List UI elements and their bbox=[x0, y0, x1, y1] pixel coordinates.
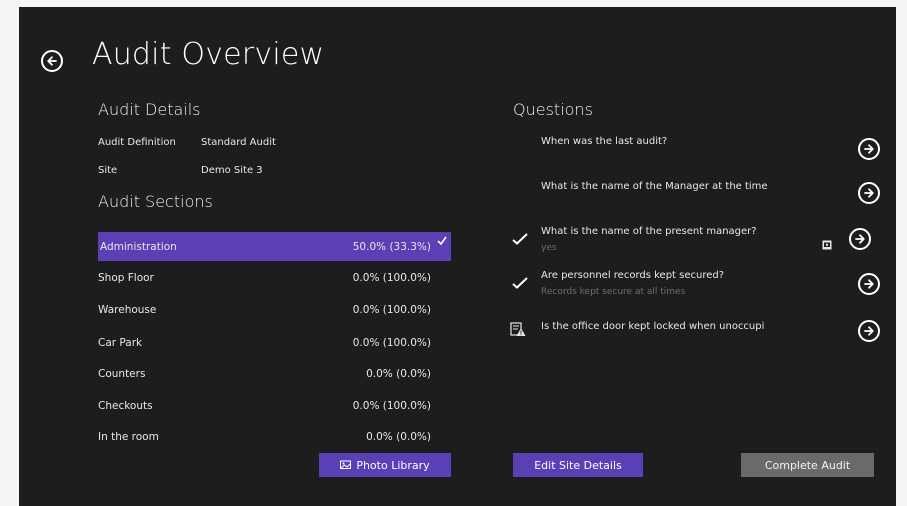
forward-arrow-icon bbox=[855, 234, 865, 244]
audit-definition-label: Audit Definition bbox=[98, 137, 176, 148]
section-progress: 0.0% (100.0%) bbox=[352, 399, 431, 412]
section-progress: 0.0% (100.0%) bbox=[352, 336, 431, 349]
site-value: Demo Site 3 bbox=[201, 165, 263, 176]
question-text[interactable]: What is the name of the Manager at the t… bbox=[541, 181, 768, 192]
app-window: Audit Overview Audit Details Audit Defin… bbox=[19, 7, 896, 506]
forward-arrow-icon bbox=[864, 326, 874, 336]
section-name: Car Park bbox=[98, 336, 143, 349]
question-text[interactable]: Are personnel records kept secured? bbox=[541, 270, 724, 281]
question-text[interactable]: What is the name of the present manager? bbox=[541, 226, 757, 237]
section-row-shop-floor[interactable]: Shop Floor 0.0% (100.0%) bbox=[98, 263, 451, 292]
back-button[interactable] bbox=[41, 50, 63, 72]
section-name: Checkouts bbox=[98, 399, 153, 412]
question-5-open-button[interactable] bbox=[858, 320, 880, 342]
section-row-warehouse[interactable]: Warehouse 0.0% (100.0%) bbox=[98, 295, 451, 324]
question-answer: Records kept secure at all times bbox=[541, 287, 686, 297]
section-name: Shop Floor bbox=[98, 271, 154, 284]
section-progress: 0.0% (0.0%) bbox=[366, 367, 431, 380]
page-title: Audit Overview bbox=[92, 37, 325, 72]
audit-definition-value: Standard Audit bbox=[201, 137, 276, 148]
section-name: Warehouse bbox=[98, 303, 157, 316]
section-name: Administration bbox=[100, 240, 177, 253]
section-progress: 0.0% (100.0%) bbox=[352, 303, 431, 316]
question-answer: yes bbox=[541, 243, 557, 253]
forward-arrow-icon bbox=[864, 144, 874, 154]
forward-arrow-icon bbox=[864, 279, 874, 289]
photo-library-icon bbox=[340, 459, 352, 472]
site-label: Site bbox=[98, 165, 118, 176]
warning-note-icon bbox=[510, 321, 526, 341]
checkmark-icon bbox=[437, 236, 447, 248]
photo-attached-icon bbox=[822, 235, 832, 250]
section-progress: 0.0% (0.0%) bbox=[366, 430, 431, 443]
section-progress: 0.0% (100.0%) bbox=[352, 271, 431, 284]
section-name: In the room bbox=[98, 430, 159, 443]
question-1-open-button[interactable] bbox=[858, 138, 880, 160]
back-arrow-icon bbox=[47, 56, 57, 66]
section-row-checkouts[interactable]: Checkouts 0.0% (100.0%) bbox=[98, 391, 451, 420]
question-4-open-button[interactable] bbox=[858, 273, 880, 295]
photo-library-button[interactable]: Photo Library bbox=[319, 453, 451, 477]
audit-details-heading: Audit Details bbox=[98, 100, 201, 119]
answered-check-icon bbox=[512, 277, 528, 289]
section-row-counters[interactable]: Counters 0.0% (0.0%) bbox=[98, 359, 451, 388]
section-row-administration[interactable]: Administration 50.0% (33.3%) bbox=[98, 232, 451, 261]
question-3-open-button[interactable] bbox=[849, 228, 871, 250]
audit-sections-heading: Audit Sections bbox=[98, 192, 213, 211]
photo-library-label: Photo Library bbox=[356, 458, 430, 472]
question-2-open-button[interactable] bbox=[858, 182, 880, 204]
section-progress: 50.0% (33.3%) bbox=[352, 240, 431, 253]
edit-site-details-button[interactable]: Edit Site Details bbox=[513, 453, 643, 477]
section-name: Counters bbox=[98, 367, 146, 380]
complete-audit-button[interactable]: Complete Audit bbox=[741, 453, 874, 477]
answered-check-icon bbox=[512, 233, 528, 245]
question-text[interactable]: When was the last audit? bbox=[541, 136, 667, 147]
section-row-car-park[interactable]: Car Park 0.0% (100.0%) bbox=[98, 328, 451, 357]
questions-heading: Questions bbox=[513, 100, 593, 119]
forward-arrow-icon bbox=[864, 188, 874, 198]
section-row-in-the-room[interactable]: In the room 0.0% (0.0%) bbox=[98, 422, 451, 451]
question-text[interactable]: Is the office door kept locked when unoc… bbox=[541, 321, 764, 332]
